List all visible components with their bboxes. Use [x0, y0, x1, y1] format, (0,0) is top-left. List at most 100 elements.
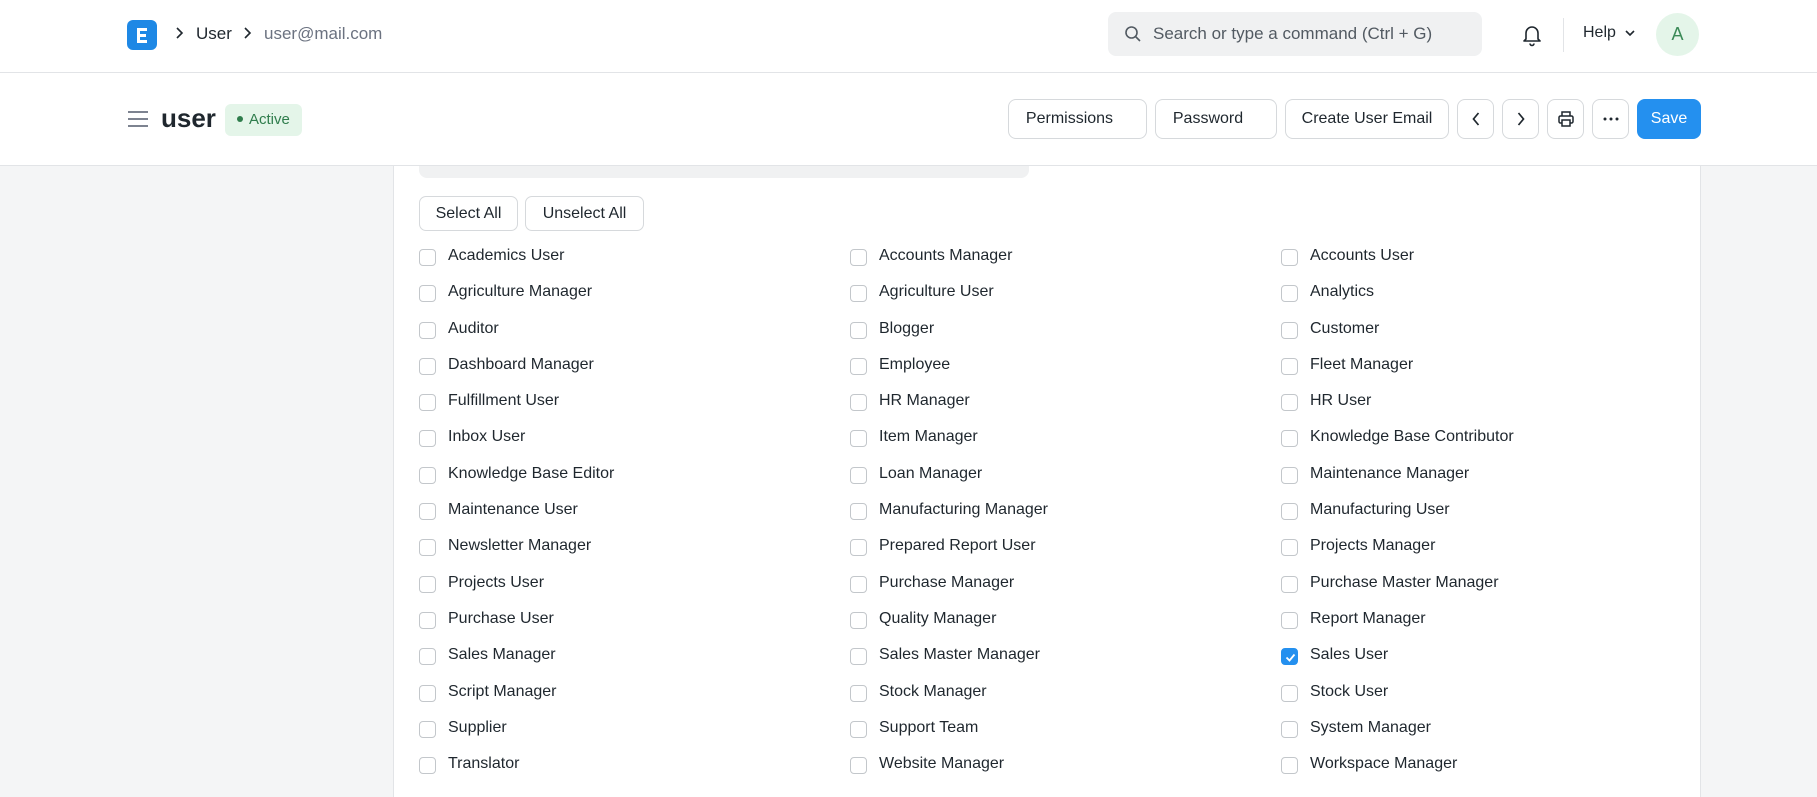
- role-option[interactable]: Agriculture Manager: [419, 275, 850, 311]
- role-option[interactable]: Auditor: [419, 312, 850, 348]
- role-checkbox[interactable]: [419, 321, 436, 339]
- role-option[interactable]: Inbox User: [419, 420, 850, 456]
- role-checkbox[interactable]: [1281, 720, 1298, 738]
- role-option[interactable]: Customer: [1281, 312, 1701, 348]
- role-checkbox[interactable]: [850, 285, 867, 303]
- role-option[interactable]: Prepared Report User: [850, 529, 1281, 565]
- user-avatar[interactable]: A: [1656, 13, 1699, 56]
- role-checkbox[interactable]: [850, 503, 867, 521]
- role-option[interactable]: Fleet Manager: [1281, 348, 1701, 384]
- role-option[interactable]: Purchase Master Manager: [1281, 566, 1701, 602]
- role-checkbox-checked[interactable]: [1281, 648, 1298, 666]
- role-checkbox[interactable]: [850, 394, 867, 412]
- role-option[interactable]: Purchase User: [419, 602, 850, 638]
- save-button[interactable]: Save: [1637, 99, 1701, 139]
- role-checkbox[interactable]: [850, 466, 867, 484]
- role-option[interactable]: Translator: [419, 747, 850, 783]
- role-checkbox[interactable]: [419, 757, 436, 775]
- sidebar-toggle-icon[interactable]: [127, 110, 149, 128]
- role-checkbox[interactable]: [1281, 249, 1298, 266]
- role-checkbox[interactable]: [1281, 357, 1298, 375]
- role-checkbox[interactable]: [419, 611, 436, 629]
- role-option[interactable]: Manufacturing Manager: [850, 493, 1281, 529]
- role-option[interactable]: Script Manager: [419, 675, 850, 711]
- breadcrumb-current[interactable]: user@mail.com: [264, 24, 382, 44]
- next-record-button[interactable]: [1502, 99, 1539, 139]
- role-checkbox[interactable]: [419, 466, 436, 484]
- previous-field-input[interactable]: [419, 166, 1029, 178]
- role-option[interactable]: Knowledge Base Contributor: [1281, 420, 1701, 456]
- role-option[interactable]: Sales User: [1281, 638, 1701, 674]
- role-option[interactable]: Maintenance Manager: [1281, 457, 1701, 493]
- role-checkbox[interactable]: [850, 430, 867, 448]
- role-checkbox[interactable]: [419, 249, 436, 266]
- role-checkbox[interactable]: [419, 357, 436, 375]
- role-option[interactable]: Report Manager: [1281, 602, 1701, 638]
- select-all-button[interactable]: Select All: [419, 196, 518, 231]
- previous-record-button[interactable]: [1457, 99, 1494, 139]
- role-checkbox[interactable]: [1281, 503, 1298, 521]
- role-checkbox[interactable]: [1281, 539, 1298, 557]
- help-dropdown[interactable]: Help: [1583, 24, 1636, 42]
- role-option[interactable]: Workspace Manager: [1281, 747, 1701, 783]
- role-checkbox[interactable]: [850, 249, 867, 266]
- role-option[interactable]: Supplier: [419, 711, 850, 747]
- role-option[interactable]: Maintenance User: [419, 493, 850, 529]
- notification-bell-icon[interactable]: [1520, 22, 1544, 48]
- role-checkbox[interactable]: [419, 575, 436, 593]
- role-option[interactable]: Purchase Manager: [850, 566, 1281, 602]
- role-checkbox[interactable]: [1281, 466, 1298, 484]
- role-checkbox[interactable]: [850, 684, 867, 702]
- role-option[interactable]: Employee: [850, 348, 1281, 384]
- role-checkbox[interactable]: [419, 539, 436, 557]
- role-option[interactable]: Website Manager: [850, 747, 1281, 783]
- role-checkbox[interactable]: [1281, 430, 1298, 448]
- more-actions-button[interactable]: [1592, 99, 1629, 139]
- role-checkbox[interactable]: [1281, 757, 1298, 775]
- role-checkbox[interactable]: [419, 430, 436, 448]
- role-option[interactable]: Loan Manager: [850, 457, 1281, 493]
- role-option[interactable]: Quality Manager: [850, 602, 1281, 638]
- role-option[interactable]: Projects Manager: [1281, 529, 1701, 565]
- role-option[interactable]: Blogger: [850, 312, 1281, 348]
- role-checkbox[interactable]: [850, 539, 867, 557]
- role-option[interactable]: Projects User: [419, 566, 850, 602]
- role-checkbox[interactable]: [850, 611, 867, 629]
- print-button[interactable]: [1547, 99, 1584, 139]
- permissions-button[interactable]: Permissions: [1008, 99, 1194, 139]
- password-button[interactable]: Password: [1155, 99, 1315, 139]
- role-option[interactable]: Sales Manager: [419, 638, 850, 674]
- role-option[interactable]: Stock Manager: [850, 675, 1281, 711]
- role-option[interactable]: Item Manager: [850, 420, 1281, 456]
- role-option[interactable]: Agriculture User: [850, 275, 1281, 311]
- role-option[interactable]: Stock User: [1281, 675, 1701, 711]
- role-option[interactable]: Analytics: [1281, 275, 1701, 311]
- search-bar[interactable]: Search or type a command (Ctrl + G): [1108, 12, 1482, 56]
- role-option[interactable]: HR User: [1281, 384, 1701, 420]
- role-checkbox[interactable]: [850, 575, 867, 593]
- role-checkbox[interactable]: [1281, 684, 1298, 702]
- role-checkbox[interactable]: [419, 720, 436, 738]
- role-checkbox[interactable]: [850, 321, 867, 339]
- role-option[interactable]: Academics User: [419, 239, 850, 275]
- role-option[interactable]: Fulfillment User: [419, 384, 850, 420]
- role-option[interactable]: Newsletter Manager: [419, 529, 850, 565]
- role-checkbox[interactable]: [1281, 321, 1298, 339]
- unselect-all-button[interactable]: Unselect All: [525, 196, 644, 231]
- role-checkbox[interactable]: [850, 757, 867, 775]
- role-checkbox[interactable]: [419, 684, 436, 702]
- role-checkbox[interactable]: [850, 357, 867, 375]
- create-user-email-button[interactable]: Create User Email: [1285, 99, 1449, 139]
- role-option[interactable]: HR Manager: [850, 384, 1281, 420]
- role-option[interactable]: Accounts Manager: [850, 239, 1281, 275]
- role-option[interactable]: Dashboard Manager: [419, 348, 850, 384]
- role-checkbox[interactable]: [419, 648, 436, 666]
- role-option[interactable]: System Manager: [1281, 711, 1701, 747]
- role-checkbox[interactable]: [850, 720, 867, 738]
- app-logo[interactable]: [127, 20, 157, 50]
- role-option[interactable]: Accounts User: [1281, 239, 1701, 275]
- role-checkbox[interactable]: [419, 503, 436, 521]
- role-checkbox[interactable]: [1281, 394, 1298, 412]
- role-option[interactable]: Knowledge Base Editor: [419, 457, 850, 493]
- role-checkbox[interactable]: [1281, 611, 1298, 629]
